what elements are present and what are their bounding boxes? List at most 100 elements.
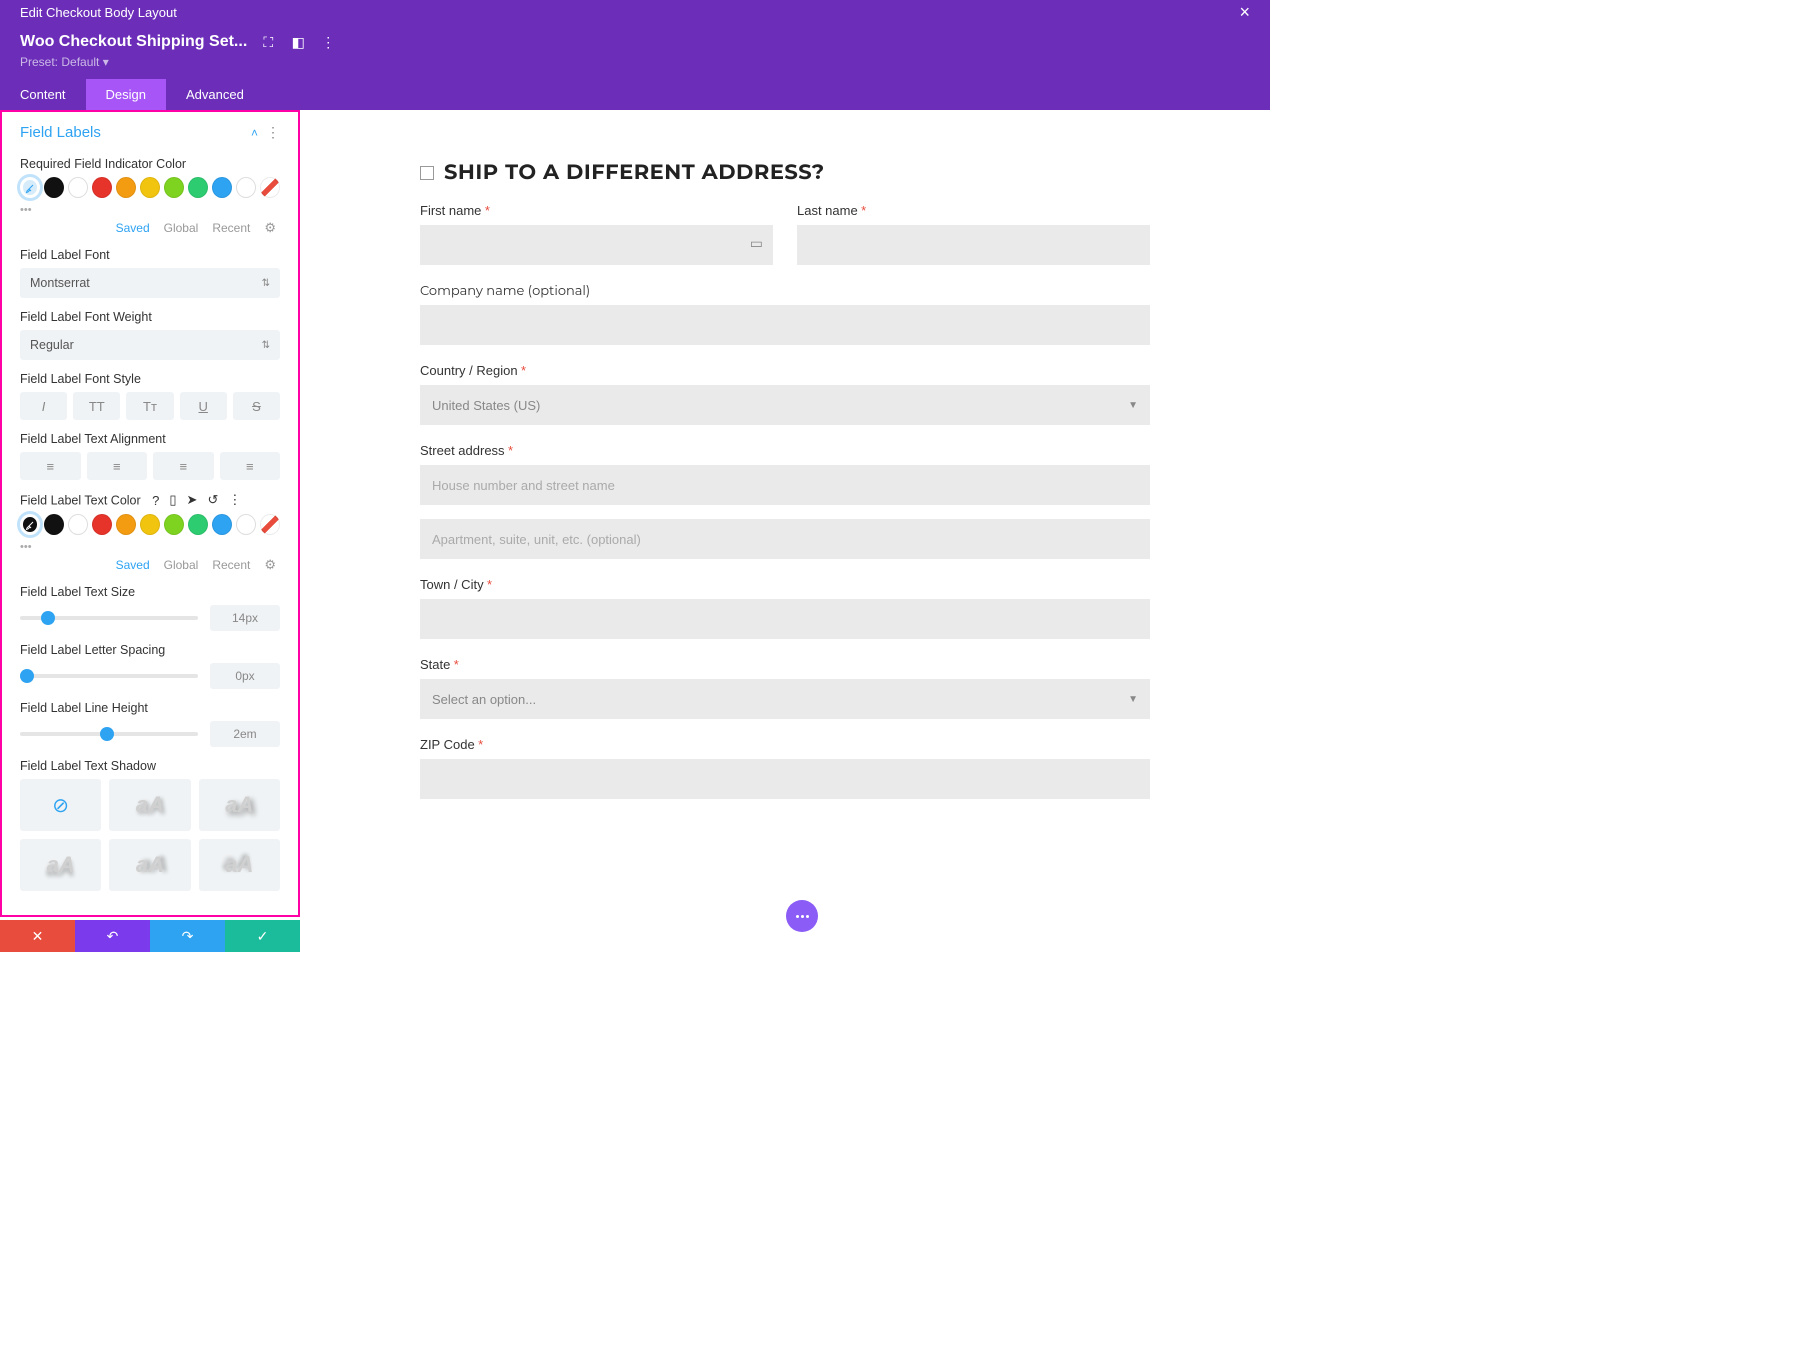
shadow-preset-button[interactable]: aA [109,839,190,891]
swatch-orange[interactable] [116,177,136,198]
palette-tab-saved[interactable]: Saved [116,558,150,572]
swatch-white[interactable] [68,514,88,535]
first-name-input[interactable] [420,225,773,265]
label-style: Field Label Font Style [20,372,280,386]
tab-design[interactable]: Design [86,79,166,110]
swatch-orange[interactable] [116,514,136,535]
zip-label: ZIP Code * [420,737,1150,753]
city-input[interactable] [420,599,1150,639]
preset-dropdown[interactable]: Preset: Default ▾ [20,55,1250,69]
swatch-black[interactable] [44,514,64,535]
select-arrows-icon: ⇅ [262,278,270,289]
chevron-up-icon[interactable]: ˄ [251,126,258,140]
align-right-button[interactable]: ≡ [153,452,214,480]
more-swatches-icon[interactable]: ••• [20,539,280,555]
settings-sidebar: Field Labels ˄ ⋮ Required Field Indicato… [0,110,300,917]
line-height-slider[interactable] [20,732,198,736]
section-more-icon[interactable]: ⋮ [266,124,280,141]
more-icon[interactable]: ⋮ [319,33,337,51]
country-select[interactable]: United States (US)▼ [420,385,1150,425]
swatch-lime[interactable] [164,177,184,198]
swatch-empty[interactable] [236,514,256,535]
swatch-green[interactable] [188,177,208,198]
style-underline-button[interactable]: U [180,392,227,420]
header: Woo Checkout Shipping Set... ⛶ ◧ ⋮ Prese… [0,25,1270,79]
redo-button[interactable]: ↷ [150,920,225,952]
cancel-button[interactable]: ✕ [0,920,75,952]
text-size-value[interactable]: 14px [210,605,280,631]
street-address-2-input[interactable] [420,519,1150,559]
autofill-icon[interactable]: ▭ [750,235,763,252]
swatch-transparent[interactable] [260,514,280,535]
palette-tab-global[interactable]: Global [164,558,199,572]
letter-spacing-slider[interactable] [20,674,198,678]
last-name-input[interactable] [797,225,1150,265]
tab-content[interactable]: Content [0,79,86,110]
align-justify-button[interactable]: ≡ [220,452,281,480]
style-uppercase-button[interactable]: TT [73,392,120,420]
reset-icon[interactable]: ↺ [207,492,218,508]
swatch-black[interactable] [44,177,64,198]
text-size-slider[interactable] [20,616,198,620]
palette-settings-icon[interactable]: ⚙ [264,220,276,236]
font-select[interactable]: Montserrat⇅ [20,268,280,298]
fab-button[interactable] [786,900,818,932]
shadow-preset-button[interactable]: aA [199,839,280,891]
palette-tab-global[interactable]: Global [164,221,199,235]
tab-advanced[interactable]: Advanced [166,79,264,110]
state-select[interactable]: Select an option...▼ [420,679,1150,719]
undo-button[interactable]: ↶ [75,920,150,952]
panel-icon[interactable]: ◧ [289,33,307,51]
field-more-icon[interactable]: ⋮ [228,492,241,508]
caret-down-icon: ▼ [1128,400,1138,411]
swatch-eyedropper[interactable] [20,177,40,198]
swatch-yellow[interactable] [140,177,160,198]
shadow-preset-button[interactable]: aA [199,779,280,831]
align-center-button[interactable]: ≡ [87,452,148,480]
line-height-value[interactable]: 2em [210,721,280,747]
street-address-1-input[interactable] [420,465,1150,505]
country-label: Country / Region * [420,363,1150,379]
label-line-height: Field Label Line Height [20,701,280,715]
ship-different-checkbox[interactable] [420,166,434,180]
swatch-red[interactable] [92,514,112,535]
shadow-none-button[interactable]: ⊘ [20,779,101,831]
swatch-blue[interactable] [212,177,232,198]
ship-heading: SHIP TO A DIFFERENT ADDRESS? [444,160,825,185]
style-smallcaps-button[interactable]: Tт [126,392,173,420]
swatch-green[interactable] [188,514,208,535]
expand-icon[interactable]: ⛶ [259,33,277,51]
close-icon[interactable]: × [1239,2,1250,23]
swatch-transparent[interactable] [260,177,280,198]
action-bar: ✕ ↶ ↷ ✓ [0,920,300,952]
zip-input[interactable] [420,759,1150,799]
shadow-preset-button[interactable]: aA [20,839,101,891]
palette-tab-recent[interactable]: Recent [212,221,250,235]
palette-tab-recent[interactable]: Recent [212,558,250,572]
label-weight: Field Label Font Weight [20,310,280,324]
align-left-button[interactable]: ≡ [20,452,81,480]
more-swatches-icon[interactable]: ••• [20,202,280,218]
style-strike-button[interactable]: S [233,392,280,420]
swatch-white[interactable] [68,177,88,198]
shadow-preset-button[interactable]: aA [109,779,190,831]
mobile-icon[interactable]: ▯ [169,492,176,508]
swatch-blue[interactable] [212,514,232,535]
company-input[interactable] [420,305,1150,345]
label-text-color: Field Label Text Color ? ▯ ➤ ↺ ⋮ [20,492,280,508]
save-button[interactable]: ✓ [225,920,300,952]
label-font: Field Label Font [20,248,280,262]
tabs: Content Design Advanced [0,79,1270,110]
swatch-red[interactable] [92,177,112,198]
swatch-empty[interactable] [236,177,256,198]
palette-tab-saved[interactable]: Saved [116,221,150,235]
letter-spacing-value[interactable]: 0px [210,663,280,689]
palette-settings-icon[interactable]: ⚙ [264,557,276,573]
hover-icon[interactable]: ➤ [187,492,198,508]
swatch-yellow[interactable] [140,514,160,535]
style-italic-button[interactable]: I [20,392,67,420]
swatch-eyedropper[interactable] [20,514,40,535]
swatch-lime[interactable] [164,514,184,535]
weight-select[interactable]: Regular⇅ [20,330,280,360]
help-icon[interactable]: ? [152,493,159,508]
